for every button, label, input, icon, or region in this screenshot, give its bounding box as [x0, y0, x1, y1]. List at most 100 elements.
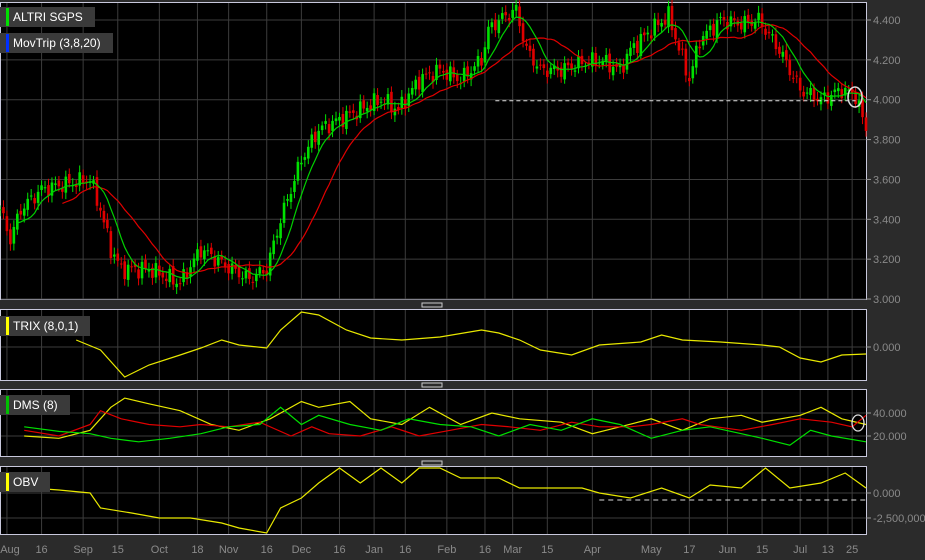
candle-up — [694, 45, 698, 68]
candle-down — [746, 14, 750, 22]
candle-up — [833, 89, 837, 93]
candle-down — [798, 77, 802, 91]
legend-color-green — [6, 396, 9, 414]
candle-down — [390, 91, 393, 113]
candle-down — [525, 43, 528, 46]
candle-up — [563, 63, 566, 80]
y-tick-label: 3.200 — [873, 254, 901, 266]
x-tick-label: May — [641, 544, 662, 556]
candle-down — [455, 74, 459, 82]
candle-up — [317, 130, 320, 145]
candle-down — [438, 64, 442, 69]
candle-up — [573, 70, 577, 72]
candle-up — [175, 283, 178, 288]
legend-dms[interactable]: DMS (8) — [0, 395, 70, 415]
x-tick-label: Jan — [365, 544, 383, 556]
panel-resize-handle[interactable] — [421, 302, 443, 308]
candle-down — [352, 110, 355, 113]
y-tick-label: 3.600 — [873, 174, 901, 186]
candle-up — [244, 270, 248, 279]
candle-down — [812, 87, 816, 101]
candle-down — [788, 59, 792, 76]
candle-up — [414, 79, 417, 90]
candle-up — [0, 209, 2, 211]
candle-up — [54, 183, 57, 185]
x-tick-label: Apr — [584, 544, 601, 556]
candle-up — [836, 88, 840, 92]
candle-down — [566, 62, 570, 66]
candle-up — [667, 6, 670, 28]
candle-down — [95, 177, 99, 206]
candle-up — [549, 67, 553, 75]
candle-up — [653, 18, 656, 36]
panel-resize-handle[interactable] — [421, 460, 443, 466]
candle-down — [376, 95, 379, 105]
candle-down — [348, 111, 352, 113]
candle-up — [691, 66, 695, 79]
candle-down — [681, 48, 684, 50]
candle-up — [334, 118, 338, 122]
candle-up — [660, 22, 663, 27]
x-tick-label: Jun — [719, 544, 737, 556]
candle-down — [178, 283, 182, 285]
candle-up — [272, 240, 275, 255]
candle-up — [338, 117, 341, 121]
candle-up — [310, 134, 314, 148]
legend-trix[interactable]: TRIX (8,0,1) — [0, 316, 91, 336]
candle-down — [622, 65, 625, 73]
candle-down — [532, 48, 535, 66]
x-tick-label: 15 — [112, 544, 124, 556]
legend-movtrip-label: MovTrip (3,8,20) — [13, 36, 101, 50]
legend-altri-label: ALTRI SGPS — [13, 10, 83, 24]
candle-down — [9, 229, 12, 245]
candle-down — [445, 69, 449, 80]
candle-up — [410, 87, 414, 95]
candle-up — [230, 263, 234, 274]
panel-resize-handle[interactable] — [421, 382, 443, 388]
dms-y-tick-label: 20.000 — [873, 431, 907, 443]
candle-up — [473, 66, 476, 71]
x-tick-label: 15 — [756, 544, 768, 556]
candle-up — [625, 53, 629, 70]
candle-up — [275, 235, 279, 238]
candle-up — [535, 66, 539, 69]
y-tick-label: 3.400 — [873, 214, 901, 226]
candle-up — [771, 34, 774, 36]
candle-down — [223, 262, 227, 267]
candle-up — [379, 101, 383, 103]
candle-up — [22, 208, 26, 216]
candle-up — [12, 226, 16, 244]
legend-obv[interactable]: OBV — [0, 472, 51, 492]
candle-up — [781, 51, 785, 57]
candle-down — [33, 198, 36, 204]
trix-panel — [0, 309, 867, 381]
candle-down — [636, 40, 639, 54]
candle-up — [705, 30, 708, 39]
candle-up — [611, 66, 615, 76]
candle-down — [739, 22, 743, 30]
candle-down — [802, 91, 805, 97]
legend-altri[interactable]: ALTRI SGPS — [0, 7, 95, 27]
legend-movtrip[interactable]: MovTrip (3,8,20) — [0, 33, 113, 53]
candle-up — [40, 185, 43, 190]
candle-down — [164, 278, 168, 281]
candle-down — [677, 42, 681, 51]
candle-down — [656, 19, 660, 26]
candle-up — [476, 56, 480, 67]
candle-down — [684, 48, 688, 76]
x-tick-label: 17 — [683, 544, 695, 556]
candle-up — [487, 26, 490, 50]
candle-up — [490, 22, 494, 28]
stock-chart: Aug 16 Sep 15 Oct 18 Nov 16 Dec 16 Jan 16 Feb 16 Mar 15… — [0, 0, 925, 556]
candle-up — [192, 258, 196, 268]
candle-up — [331, 120, 334, 131]
x-tick-label: 15 — [541, 544, 553, 556]
candle-down — [417, 76, 421, 90]
candle-up — [16, 213, 19, 230]
candle-down — [539, 64, 542, 66]
candle-up — [324, 121, 327, 124]
legend-color-yellow — [6, 317, 9, 335]
x-tick-label: Oct — [151, 544, 168, 556]
candle-up — [196, 249, 199, 261]
price-panel — [0, 2, 867, 300]
